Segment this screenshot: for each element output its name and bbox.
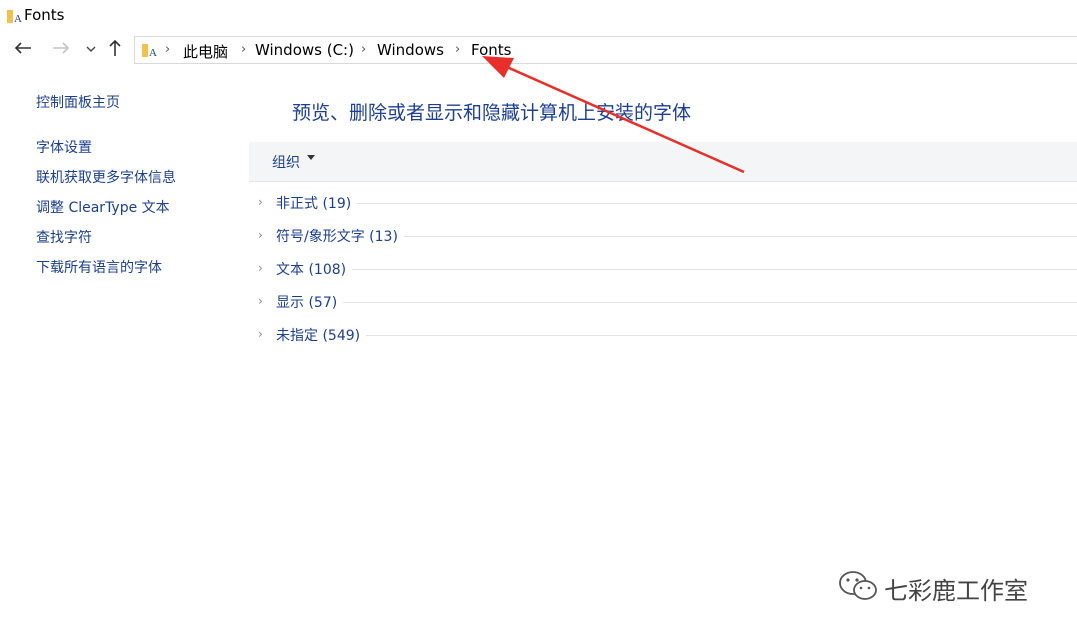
chevron-right-icon[interactable]: ›: [258, 294, 263, 308]
adjust-cleartype-link[interactable]: 调整 ClearType 文本: [36, 197, 170, 217]
breadcrumb-separator[interactable]: ›: [241, 42, 246, 57]
back-button[interactable]: [14, 40, 32, 61]
chevron-right-icon[interactable]: ›: [258, 261, 263, 275]
fonts-folder-icon: A: [142, 44, 157, 58]
group-header-unspecified[interactable]: › 未指定 (549): [258, 325, 1077, 347]
window-title: Fonts: [24, 6, 65, 24]
download-fonts-link[interactable]: 下载所有语言的字体: [36, 257, 162, 277]
group-label: 显示 (57): [276, 292, 344, 312]
fonts-folder-icon: A: [7, 10, 22, 24]
chevron-right-icon[interactable]: ›: [258, 228, 263, 242]
control-panel-home-link[interactable]: 控制面板主页: [36, 92, 120, 112]
group-label: 符号/象形文字 (13): [276, 226, 404, 246]
caret-down-icon[interactable]: [307, 155, 315, 160]
get-more-font-info-link[interactable]: 联机获取更多字体信息: [36, 167, 176, 187]
group-header-symbol[interactable]: › 符号/象形文字 (13): [258, 226, 1077, 248]
arrow-left-icon: [14, 42, 31, 54]
group-label: 未指定 (549): [276, 325, 367, 345]
organize-button[interactable]: 组织: [272, 152, 300, 172]
group-label: 文本 (108): [276, 259, 353, 279]
group-header-informal[interactable]: › 非正式 (19): [258, 193, 1077, 215]
title-bar: A Fonts: [0, 0, 1077, 32]
group-divider: [276, 335, 1077, 336]
watermark: 七彩鹿工作室: [838, 567, 1058, 607]
find-character-link[interactable]: 查找字符: [36, 227, 92, 247]
chevron-right-icon[interactable]: ›: [258, 327, 263, 341]
annotation-arrow: [482, 56, 745, 174]
svg-text:A: A: [149, 47, 157, 58]
group-header-display[interactable]: › 显示 (57): [258, 292, 1077, 314]
up-button[interactable]: [108, 39, 122, 61]
breadcrumb-this-pc[interactable]: 此电脑: [183, 41, 228, 62]
wechat-icon: [839, 571, 877, 600]
group-divider: [276, 302, 1077, 303]
arrow-up-icon: [109, 39, 121, 56]
breadcrumb-separator[interactable]: ›: [165, 42, 170, 57]
arrow-right-icon: [53, 42, 70, 54]
forward-button[interactable]: [52, 40, 70, 61]
breadcrumb-windows-drive[interactable]: Windows (C:): [255, 41, 354, 59]
breadcrumb-separator[interactable]: ›: [361, 42, 366, 57]
group-header-text[interactable]: › 文本 (108): [258, 259, 1077, 281]
recent-locations-button[interactable]: [86, 42, 96, 56]
group-divider: [276, 269, 1077, 270]
svg-text:A: A: [14, 13, 22, 24]
breadcrumb-windows[interactable]: Windows: [377, 41, 444, 59]
font-settings-link[interactable]: 字体设置: [36, 137, 92, 157]
chevron-right-icon[interactable]: ›: [258, 195, 263, 209]
group-divider: [276, 203, 1077, 204]
chevron-down-icon: [86, 46, 96, 52]
watermark-text: 七彩鹿工作室: [884, 577, 1028, 605]
group-label: 非正式 (19): [276, 193, 358, 213]
breadcrumb-separator[interactable]: ›: [455, 42, 460, 57]
